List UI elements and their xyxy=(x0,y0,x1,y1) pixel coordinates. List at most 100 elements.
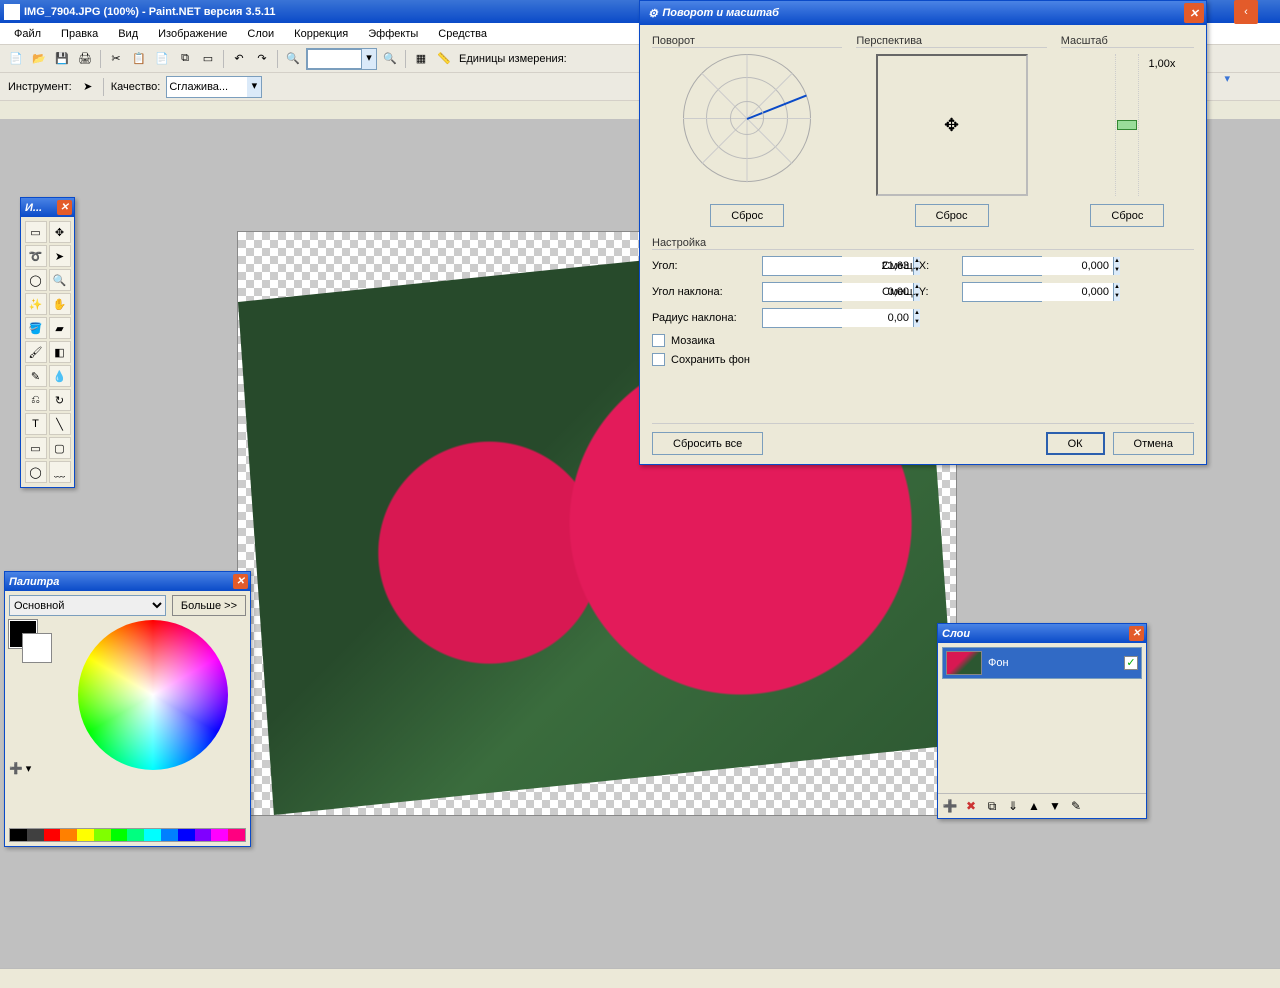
clone-stamp-icon[interactable]: ⎌ xyxy=(25,389,47,411)
move-up-icon[interactable]: ▲ xyxy=(1025,797,1043,815)
new-icon[interactable]: 📄 xyxy=(6,49,26,69)
offset-x-input[interactable]: ▲▼ xyxy=(962,256,1042,276)
color-swatch[interactable] xyxy=(195,829,212,841)
rotate-zoom-title-bar[interactable]: ⚙ Поворот и масштаб ✕ xyxy=(640,1,1206,25)
close-icon[interactable]: ✕ xyxy=(233,574,248,589)
menu-tools[interactable]: Средства xyxy=(430,26,495,42)
zoom-combo-arrow[interactable]: ▾ xyxy=(362,49,376,69)
color-mode-select[interactable]: Основной xyxy=(9,595,166,616)
primary-secondary-swatches[interactable]: ➕ ▾ xyxy=(9,620,59,828)
pencil-icon[interactable]: ✎ xyxy=(25,365,47,387)
rotation-dial[interactable] xyxy=(683,54,811,182)
zoom-combo[interactable] xyxy=(307,49,362,69)
color-swatch[interactable] xyxy=(178,829,195,841)
menu-effects[interactable]: Эффекты xyxy=(360,26,426,42)
mosaic-checkbox[interactable] xyxy=(652,334,665,347)
open-icon[interactable]: 📂 xyxy=(29,49,49,69)
color-swatch[interactable] xyxy=(27,829,44,841)
menu-file[interactable]: Файл xyxy=(6,26,49,42)
freeform-icon[interactable]: ﹏ xyxy=(49,461,71,483)
duplicate-layer-icon[interactable]: ⧉ xyxy=(983,797,1001,815)
color-swatch[interactable] xyxy=(10,829,27,841)
move-selection-icon[interactable]: ✥ xyxy=(49,221,71,243)
close-icon[interactable]: ✕ xyxy=(1129,626,1144,641)
add-color-icon[interactable]: ➕ xyxy=(9,762,23,775)
zoom-out-icon[interactable]: 🔍 xyxy=(283,49,303,69)
color-picker-icon[interactable]: 💧 xyxy=(49,365,71,387)
crop-icon[interactable]: ⧉ xyxy=(175,49,195,69)
move-pixels-icon[interactable]: ➤ xyxy=(49,245,71,267)
menu-layers[interactable]: Слои xyxy=(239,26,282,42)
spin-down-icon[interactable]: ▼ xyxy=(1113,292,1120,301)
color-swatch[interactable] xyxy=(211,829,228,841)
color-swatch[interactable] xyxy=(111,829,128,841)
rectangle-select-icon[interactable]: ▭ xyxy=(25,221,47,243)
reset-scale-button[interactable]: Сброс xyxy=(1090,204,1164,227)
colors-panel-header[interactable]: Палитра ✕ xyxy=(5,572,250,591)
line-icon[interactable]: ╲ xyxy=(49,413,71,435)
secondary-color-swatch[interactable] xyxy=(23,634,51,662)
tilt-input[interactable]: ▲▼ xyxy=(762,282,842,302)
menu-adjustments[interactable]: Коррекция xyxy=(286,26,356,42)
ok-button[interactable]: ОК xyxy=(1046,432,1105,455)
cancel-button[interactable]: Отмена xyxy=(1113,432,1194,455)
ellipse-icon[interactable]: ◯ xyxy=(25,461,47,483)
layer-properties-icon[interactable]: ✎ xyxy=(1067,797,1085,815)
close-icon[interactable]: ✕ xyxy=(1184,3,1204,23)
zoom-icon[interactable]: 🔍 xyxy=(49,269,71,291)
color-swatch[interactable] xyxy=(144,829,161,841)
fill-icon[interactable]: 🪣 xyxy=(25,317,47,339)
mdi-close-icon[interactable]: ‹ xyxy=(1234,0,1258,24)
close-icon[interactable]: ✕ xyxy=(57,200,72,215)
rotation-needle[interactable] xyxy=(747,94,807,119)
reset-perspective-button[interactable]: Сброс xyxy=(915,204,989,227)
copy-icon[interactable]: 📋 xyxy=(129,49,149,69)
menu-image[interactable]: Изображение xyxy=(150,26,235,42)
quality-combo-arrow[interactable]: ▾ xyxy=(247,77,261,97)
menu-edit[interactable]: Правка xyxy=(53,26,106,42)
eraser-icon[interactable]: ◧ xyxy=(49,341,71,363)
spin-up-icon[interactable]: ▲ xyxy=(1113,257,1120,266)
ellipse-select-icon[interactable]: ◯ xyxy=(25,269,47,291)
lasso-select-icon[interactable]: ➰ xyxy=(25,245,47,267)
move-down-icon[interactable]: ▼ xyxy=(1046,797,1064,815)
spin-up-icon[interactable]: ▲ xyxy=(913,309,920,318)
merge-down-icon[interactable]: ⇓ xyxy=(1004,797,1022,815)
wand-icon[interactable]: ✨ xyxy=(25,293,47,315)
text-icon[interactable]: T xyxy=(25,413,47,435)
scale-slider[interactable] xyxy=(1115,54,1139,196)
undo-icon[interactable]: ↶ xyxy=(229,49,249,69)
delete-layer-icon[interactable]: ✖ xyxy=(962,797,980,815)
color-swatch[interactable] xyxy=(228,829,245,841)
layer-visible-checkbox[interactable]: ✓ xyxy=(1124,656,1138,670)
color-swatch[interactable] xyxy=(60,829,77,841)
keep-bg-checkbox[interactable] xyxy=(652,353,665,366)
gradient-icon[interactable]: ▰ xyxy=(49,317,71,339)
perspective-control[interactable]: ✥ xyxy=(876,54,1028,196)
color-strip[interactable] xyxy=(9,828,246,842)
radius-input[interactable]: ▲▼ xyxy=(762,308,842,328)
rectangle-icon[interactable]: ▭ xyxy=(25,437,47,459)
palette-menu-icon[interactable]: ▾ xyxy=(26,762,32,775)
redo-icon[interactable]: ↷ xyxy=(252,49,272,69)
zoom-in-icon[interactable]: 🔍 xyxy=(380,49,400,69)
spin-down-icon[interactable]: ▼ xyxy=(913,318,920,327)
rounded-rect-icon[interactable]: ▢ xyxy=(49,437,71,459)
ruler-icon[interactable]: 📏 xyxy=(434,49,454,69)
color-wheel[interactable] xyxy=(78,620,228,770)
angle-input[interactable]: ▲▼ xyxy=(762,256,842,276)
save-icon[interactable]: 💾 xyxy=(52,49,72,69)
chevron-down-icon[interactable]: ▾ xyxy=(1224,72,1230,85)
color-swatch[interactable] xyxy=(127,829,144,841)
color-swatch[interactable] xyxy=(77,829,94,841)
spin-up-icon[interactable]: ▲ xyxy=(1113,283,1120,292)
grid-icon[interactable]: ▦ xyxy=(411,49,431,69)
layers-panel-header[interactable]: Слои ✕ xyxy=(938,624,1146,643)
quality-combo[interactable] xyxy=(167,77,247,97)
more-button[interactable]: Больше >> xyxy=(172,595,246,616)
cut-icon[interactable]: ✂ xyxy=(106,49,126,69)
tools-panel-header[interactable]: И... ✕ xyxy=(21,198,74,217)
reset-rotate-button[interactable]: Сброс xyxy=(710,204,784,227)
spin-down-icon[interactable]: ▼ xyxy=(1113,266,1120,275)
color-swatch[interactable] xyxy=(94,829,111,841)
